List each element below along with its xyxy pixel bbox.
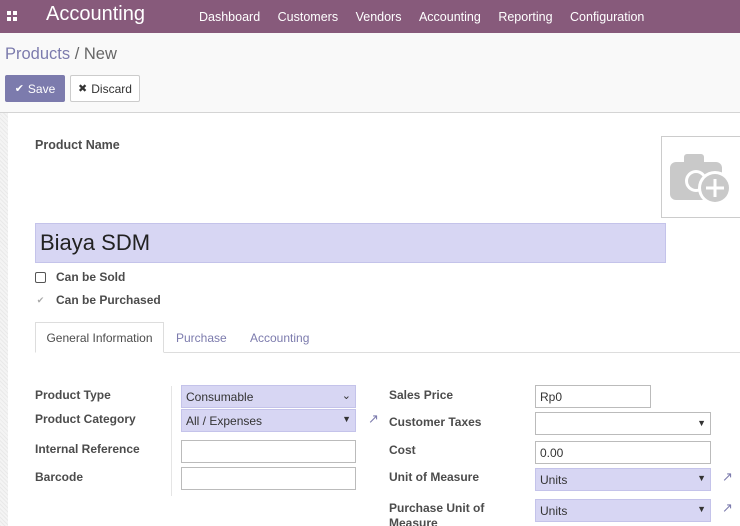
- can-be-sold-checkbox[interactable]: [35, 271, 46, 283]
- camera-add-icon[interactable]: [670, 150, 740, 208]
- product-type-value: Consumable: [186, 390, 254, 404]
- barcode-input[interactable]: [181, 467, 356, 490]
- apps-menu-icon[interactable]: [7, 11, 17, 21]
- form-sheet: [8, 113, 740, 526]
- menu-dashboard[interactable]: Dashboard: [199, 10, 260, 24]
- product-name-input[interactable]: Biaya SDM: [35, 223, 666, 263]
- external-link-icon[interactable]: ↗: [722, 500, 733, 516]
- can-be-sold-label[interactable]: Can be Sold: [56, 270, 125, 284]
- discard-label: Discard: [91, 81, 132, 96]
- column-separator: [171, 386, 172, 496]
- main-menu: Dashboard Customers Vendors Accounting R…: [199, 0, 662, 33]
- chevron-down-icon: ⌄: [341, 390, 351, 402]
- product-category-value: All / Expenses: [186, 414, 263, 428]
- menu-vendors[interactable]: Vendors: [356, 10, 402, 24]
- can-be-sold-row: Can be Sold: [35, 270, 125, 284]
- caret-down-icon: ▼: [697, 418, 706, 428]
- purchase-unit-of-measure-value: Units: [540, 504, 568, 518]
- sales-price-label: Sales Price: [389, 388, 454, 402]
- check-icon: ✔: [14, 83, 24, 95]
- product-type-label: Product Type: [35, 388, 111, 402]
- product-category-select[interactable]: All / Expenses ▼: [181, 409, 356, 432]
- menu-reporting[interactable]: Reporting: [498, 10, 552, 24]
- external-link-icon[interactable]: ↗: [368, 411, 379, 427]
- caret-down-icon: ▼: [697, 504, 706, 514]
- internal-reference-label: Internal Reference: [35, 442, 140, 456]
- save-button[interactable]: ✔ Save: [5, 75, 65, 102]
- save-label: Save: [27, 81, 56, 96]
- caret-down-icon: ▼: [697, 473, 706, 483]
- menu-customers[interactable]: Customers: [278, 10, 338, 24]
- customer-taxes-select[interactable]: ▼: [535, 412, 711, 435]
- sheet-background: [0, 113, 8, 526]
- can-be-purchased-row: ✔ Can be Purchased: [35, 293, 161, 307]
- unit-of-measure-value: Units: [540, 473, 568, 487]
- purchase-unit-of-measure-label: Purchase Unit of Measure: [389, 501, 485, 526]
- top-navbar: Accounting Dashboard Customers Vendors A…: [0, 0, 740, 33]
- discard-button[interactable]: ✖ Discard: [70, 75, 140, 102]
- can-be-purchased-checkbox[interactable]: ✔: [35, 295, 46, 306]
- purchase-unit-of-measure-select[interactable]: Units ▼: [535, 499, 711, 522]
- tab-purchase[interactable]: Purchase: [176, 322, 227, 353]
- breadcrumb-separator: /: [70, 45, 84, 63]
- breadcrumb-current: New: [83, 45, 117, 63]
- internal-reference-input[interactable]: [181, 440, 356, 463]
- close-icon: ✖: [78, 83, 88, 95]
- caret-down-icon: ▼: [342, 414, 351, 424]
- barcode-label: Barcode: [35, 470, 84, 484]
- cost-label: Cost: [389, 443, 416, 457]
- breadcrumb: Products / New: [5, 45, 117, 64]
- tab-accounting[interactable]: Accounting: [250, 322, 309, 353]
- unit-of-measure-select[interactable]: Units ▼: [535, 468, 711, 491]
- can-be-purchased-label[interactable]: Can be Purchased: [56, 293, 161, 307]
- external-link-icon[interactable]: ↗: [722, 469, 733, 485]
- unit-of-measure-label: Unit of Measure: [389, 470, 480, 484]
- breadcrumb-products-link[interactable]: Products: [5, 45, 70, 63]
- product-name-label: Product Name: [35, 138, 120, 152]
- sales-price-input[interactable]: Rp0: [535, 385, 651, 408]
- app-title[interactable]: Accounting: [46, 3, 145, 26]
- menu-accounting[interactable]: Accounting: [419, 10, 481, 24]
- product-type-select[interactable]: Consumable ⌄: [181, 385, 356, 408]
- product-category-label: Product Category: [35, 412, 136, 426]
- cost-input[interactable]: 0.00: [535, 441, 711, 464]
- tab-general-information[interactable]: General Information: [35, 322, 164, 353]
- menu-configuration[interactable]: Configuration: [570, 10, 644, 24]
- customer-taxes-label: Customer Taxes: [389, 415, 482, 429]
